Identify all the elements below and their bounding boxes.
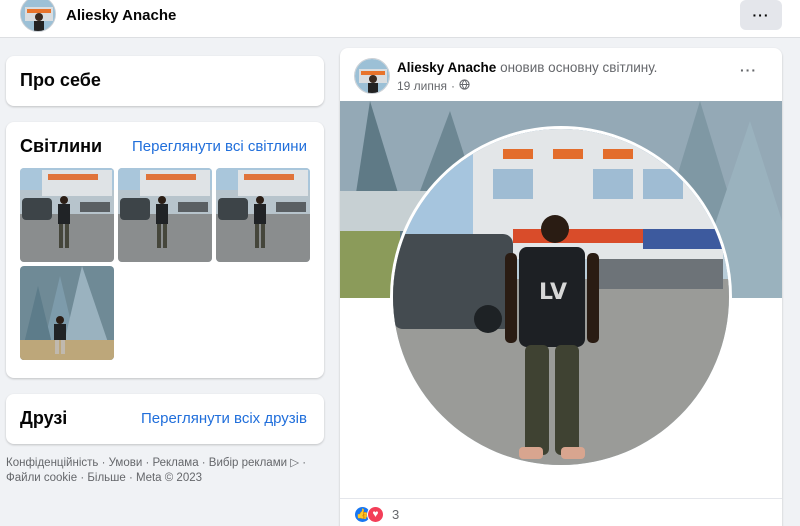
- avatar-photo: [355, 59, 389, 93]
- profile-name[interactable]: Aliesky Anache: [66, 7, 176, 24]
- photo-image: [20, 168, 114, 262]
- see-all-photos-link[interactable]: Переглянути всі світлини: [132, 138, 307, 155]
- photos-card: Світлини Переглянути всі світлини: [6, 122, 324, 378]
- profile-photo[interactable]: LV: [390, 126, 732, 468]
- post-options-button[interactable]: ···: [740, 62, 757, 78]
- footer-links-line-1[interactable]: Конфіденційність · Умови · Реклама · Виб…: [6, 456, 306, 471]
- profile-photo-image: LV: [393, 129, 729, 465]
- photo-image: [20, 266, 114, 360]
- reaction-count[interactable]: 3: [392, 507, 399, 522]
- avatar-photo: [21, 0, 55, 31]
- post-meta: 19 липня ·: [397, 79, 470, 93]
- reactions-summary[interactable]: 👍 ♥ 3: [354, 506, 399, 523]
- post-author-avatar[interactable]: [354, 58, 390, 94]
- meta-separator: ·: [451, 79, 456, 93]
- post-action-text: оновив основну світлину.: [500, 60, 658, 75]
- friends-title: Друзі: [20, 408, 68, 428]
- footer-links-line-2[interactable]: Файли cookie · Більше · Meta © 2023: [6, 471, 202, 486]
- photo-thumbnail[interactable]: [118, 168, 212, 262]
- love-reaction-icon: ♥: [367, 506, 384, 523]
- post-date[interactable]: 19 липня: [397, 79, 447, 93]
- photo-image: [216, 168, 310, 262]
- more-options-button[interactable]: ···: [740, 0, 782, 30]
- photo-thumbnail[interactable]: [20, 168, 114, 262]
- photos-title: Світлини: [20, 136, 103, 156]
- photo-image: [118, 168, 212, 262]
- see-all-friends-link[interactable]: Переглянути всіх друзів: [141, 410, 307, 427]
- profile-photo-post: Aliesky Anache оновив основну світлину. …: [340, 48, 782, 526]
- post-header: Aliesky Anache оновив основну світлину.: [397, 60, 657, 75]
- friends-card: Друзі Переглянути всіх друзів: [6, 394, 324, 444]
- photo-thumbnail[interactable]: [20, 266, 114, 360]
- about-title: Про себе: [20, 70, 101, 90]
- globe-icon: [459, 79, 470, 93]
- photo-thumbnail[interactable]: [216, 168, 310, 262]
- svg-text:LV: LV: [539, 280, 567, 305]
- post-divider: [340, 498, 782, 499]
- profile-top-bar: Aliesky Anache ···: [0, 0, 800, 38]
- post-author-name[interactable]: Aliesky Anache: [397, 60, 496, 75]
- avatar[interactable]: [20, 0, 56, 32]
- about-card: Про себе: [6, 56, 324, 106]
